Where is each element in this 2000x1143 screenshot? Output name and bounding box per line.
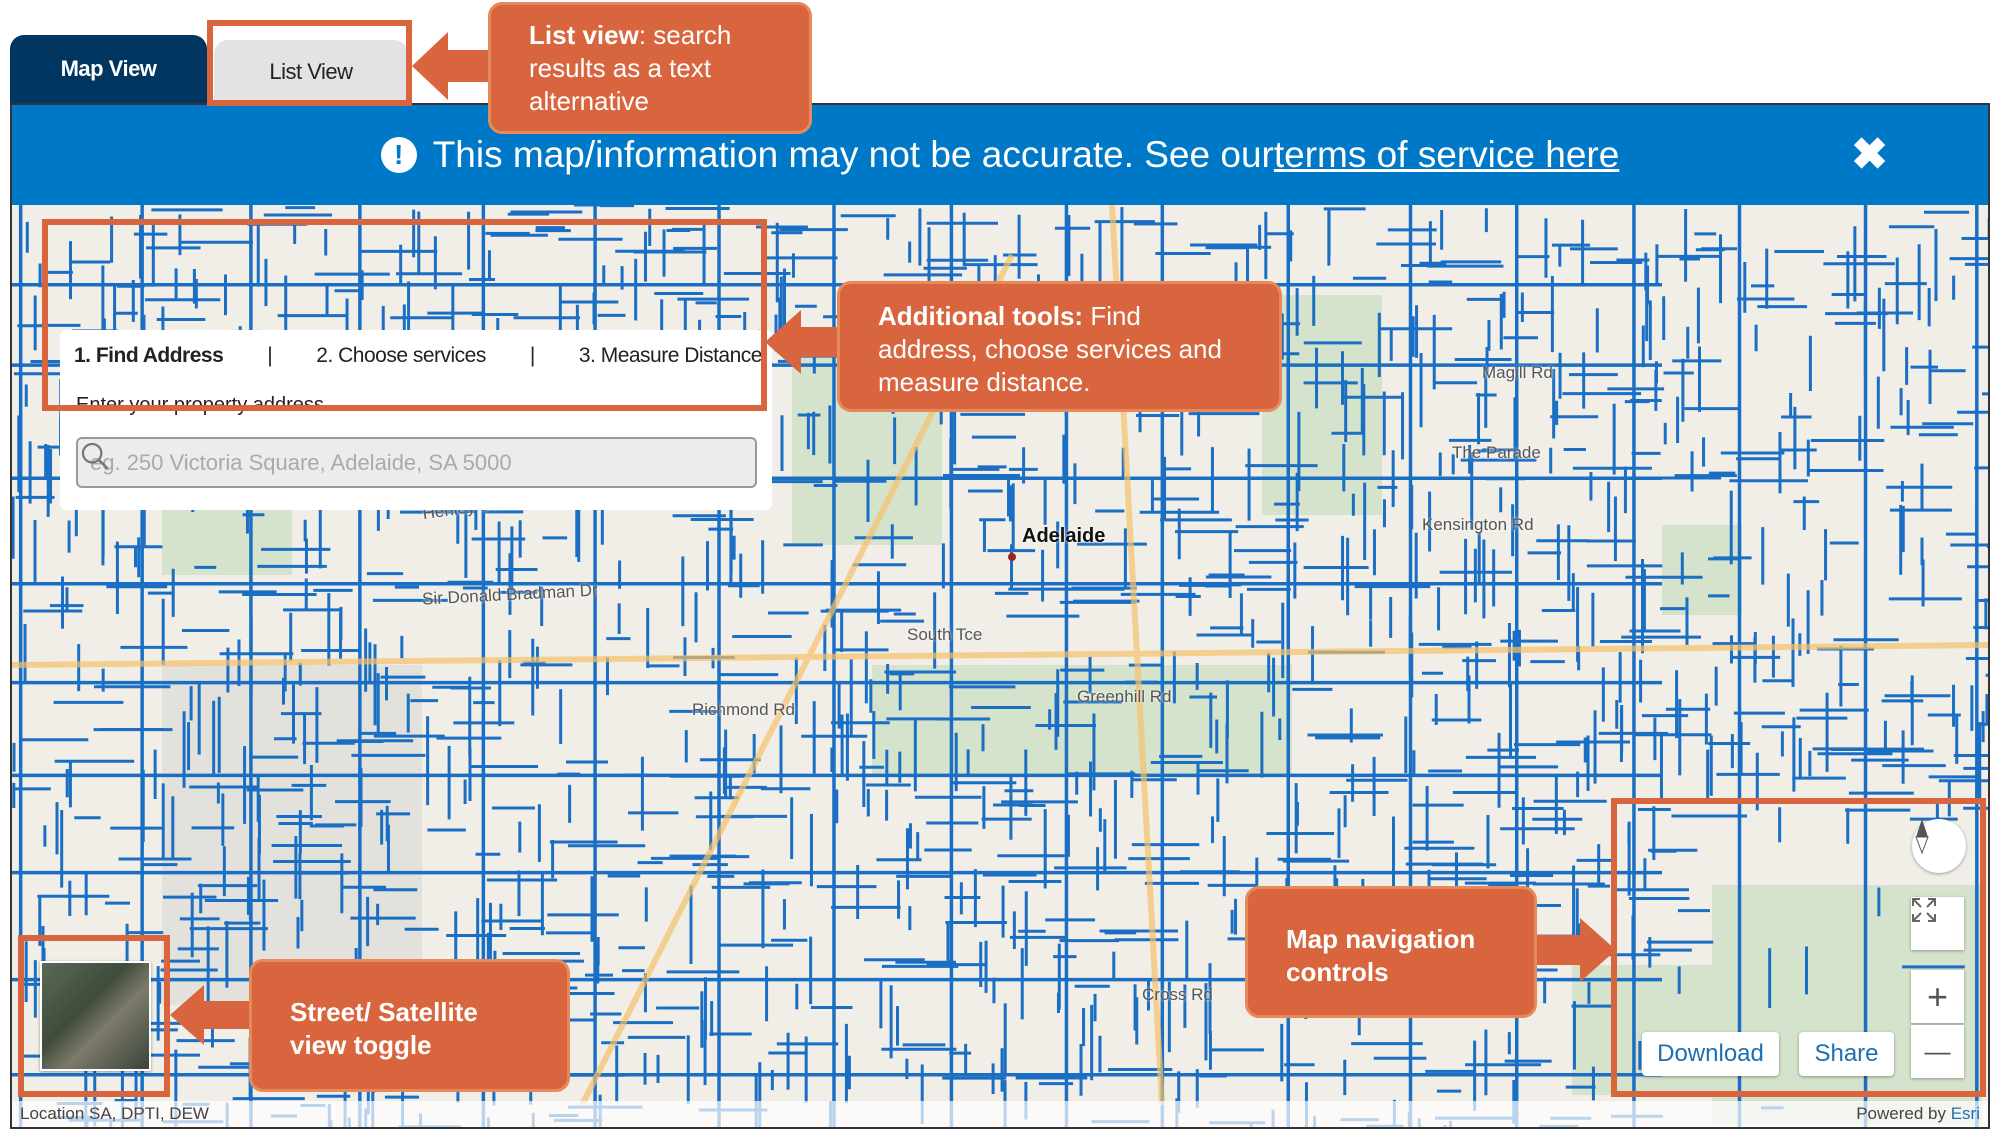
powered-by: Powered by xyxy=(1856,1104,1951,1123)
tab-map-view[interactable]: Map View xyxy=(10,35,207,103)
arrow-shaft xyxy=(203,1001,251,1029)
share-button[interactable]: Share xyxy=(1799,1032,1894,1076)
map-label: Cross Rd xyxy=(1142,985,1213,1004)
callout-list-view: List view: search results as a text alte… xyxy=(488,2,812,134)
tools-panel: 1. Find Address | 2. Choose services | 3… xyxy=(60,330,772,510)
callout-title: Additional tools: xyxy=(878,301,1091,331)
map-label: The Parade xyxy=(1452,443,1541,462)
map-label: Greenhill Rd xyxy=(1077,687,1172,706)
attribution-sources: Location SA, DPTI, DEW xyxy=(20,1104,209,1123)
step-find-address[interactable]: 1. Find Address xyxy=(74,344,224,368)
location-marker xyxy=(1008,553,1016,561)
arrow-icon xyxy=(412,32,448,100)
exclamation-circle-icon: ! xyxy=(380,137,417,173)
map-label: Richmond Rd xyxy=(692,700,795,719)
basemap-toggle[interactable] xyxy=(40,961,151,1071)
arrow-shaft xyxy=(446,50,492,82)
zoom-in-button[interactable]: + xyxy=(1911,970,1964,1023)
step-measure-distance[interactable]: 3. Measure Distance xyxy=(579,344,763,368)
arrow-shaft xyxy=(1537,935,1582,965)
fullscreen-icon[interactable] xyxy=(1911,897,1964,950)
esri-link[interactable]: Esri xyxy=(1951,1104,1980,1123)
zoom-out-button[interactable]: — xyxy=(1911,1025,1964,1078)
callout-tools: Additional tools: Find address, choose s… xyxy=(837,281,1282,412)
tab-list-view[interactable]: List View xyxy=(214,40,408,103)
step-choose-services[interactable]: 2. Choose services xyxy=(316,344,486,368)
arrow-icon xyxy=(765,310,801,374)
terms-link[interactable]: terms of service here xyxy=(1274,134,1619,176)
address-label: Enter your property address xyxy=(76,394,324,416)
address-input[interactable] xyxy=(90,449,755,476)
banner-text: This map/information may not be accurate… xyxy=(432,134,1274,175)
download-button[interactable]: Download xyxy=(1642,1032,1779,1076)
address-search[interactable] xyxy=(76,437,757,488)
map-label: South Tce xyxy=(907,625,983,644)
compass-icon[interactable] xyxy=(1912,819,1966,873)
map-label: Adelaide xyxy=(1022,525,1106,547)
close-icon[interactable]: ✖ xyxy=(1851,129,1888,180)
callout-nav: Map navigation controls xyxy=(1245,886,1537,1018)
divider: | xyxy=(267,344,273,367)
disclaimer-banner: ! This map/information may not be accura… xyxy=(12,105,1988,205)
callout-title: Street/ Satellite view toggle xyxy=(290,997,478,1060)
search-icon[interactable] xyxy=(78,439,112,473)
callout-toggle: Street/ Satellite view toggle xyxy=(249,959,570,1092)
arrow-shaft xyxy=(800,327,840,357)
divider: | xyxy=(529,344,535,367)
map-label: Magill Rd xyxy=(1482,363,1553,382)
attribution: Location SA, DPTI, DEW Powered by Esri xyxy=(12,1101,1988,1127)
callout-title: Map navigation controls xyxy=(1286,924,1476,987)
map-label: Kensington Rd xyxy=(1422,515,1534,534)
arrow-icon xyxy=(170,985,204,1045)
arrow-icon xyxy=(1580,918,1616,982)
callout-title: List view xyxy=(529,20,639,50)
